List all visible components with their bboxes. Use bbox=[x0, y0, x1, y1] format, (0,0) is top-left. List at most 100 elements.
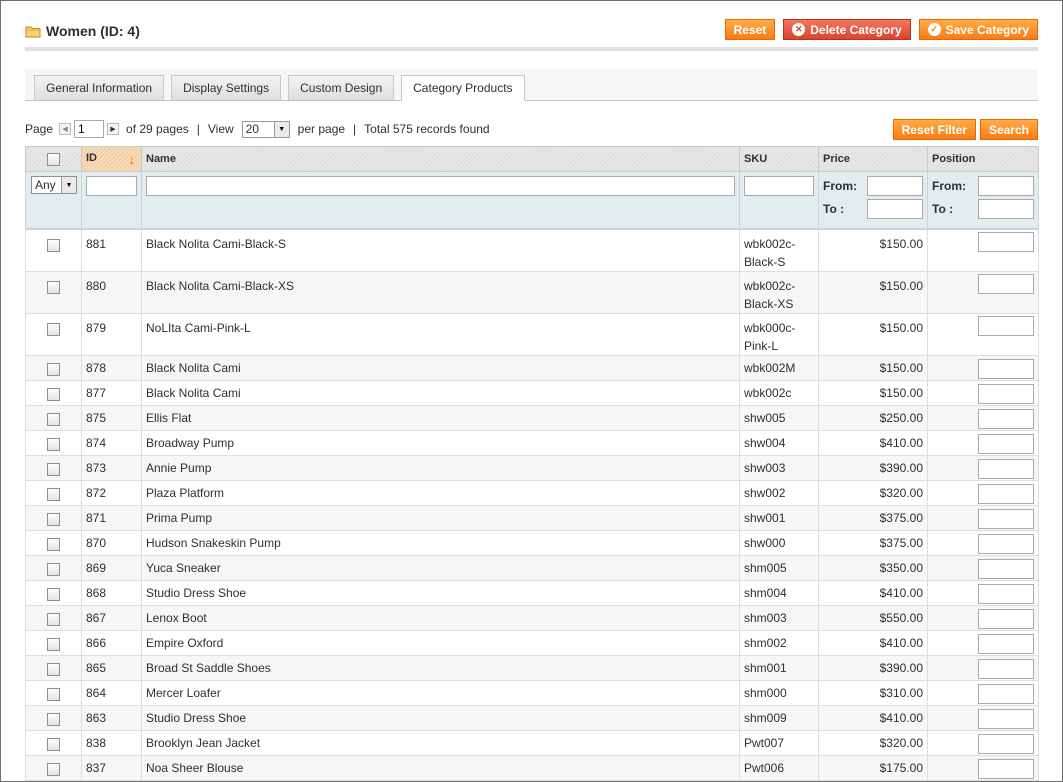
next-page-icon[interactable]: ▶ bbox=[107, 123, 120, 135]
table-row[interactable]: 838 Brooklyn Jean Jacket Pwt007 $320.00 bbox=[25, 729, 1039, 756]
table-row[interactable]: 863 Studio Dress Shoe shm009 $410.00 bbox=[25, 704, 1039, 731]
row-checkbox[interactable] bbox=[47, 462, 60, 476]
table-row[interactable]: 868 Studio Dress Shoe shm004 $410.00 bbox=[25, 579, 1039, 606]
position-input[interactable] bbox=[978, 508, 1034, 529]
select-all-checkbox[interactable] bbox=[47, 152, 60, 166]
column-header-price[interactable]: Price bbox=[818, 146, 928, 172]
row-checkbox[interactable] bbox=[47, 637, 60, 651]
tab-category-products[interactable]: Category Products bbox=[401, 75, 525, 101]
row-checkbox[interactable] bbox=[47, 712, 60, 726]
row-checkbox[interactable] bbox=[47, 687, 60, 701]
position-input[interactable] bbox=[978, 583, 1034, 604]
row-position-cell bbox=[927, 504, 1039, 531]
row-checkbox[interactable] bbox=[47, 737, 60, 751]
filter-select-cell: Any ▼ bbox=[25, 171, 82, 229]
row-id: 873 bbox=[81, 454, 142, 481]
page-number-input[interactable] bbox=[74, 120, 105, 138]
row-checkbox[interactable] bbox=[47, 362, 60, 376]
tab-custom-design[interactable]: Custom Design bbox=[288, 75, 395, 100]
row-checkbox[interactable] bbox=[47, 322, 60, 336]
row-position-cell bbox=[927, 354, 1039, 381]
search-button[interactable]: Search bbox=[979, 119, 1038, 140]
per-page-select[interactable]: 20 ▼ bbox=[241, 120, 290, 138]
column-header-id[interactable]: ID ↓ bbox=[81, 146, 142, 172]
row-sku: wbk000c-Pink-L bbox=[739, 312, 819, 356]
name-filter-input[interactable] bbox=[146, 176, 735, 196]
table-row[interactable]: 881 Black Nolita Cami-Black-S wbk002c-Bl… bbox=[25, 228, 1039, 272]
table-row[interactable]: 865 Broad St Saddle Shoes shm001 $390.00 bbox=[25, 654, 1039, 681]
table-row[interactable]: 872 Plaza Platform shw002 $320.00 bbox=[25, 479, 1039, 506]
table-row[interactable]: 879 NoLIta Cami-Pink-L wbk000c-Pink-L $1… bbox=[25, 312, 1039, 356]
price-from-label: From: bbox=[823, 179, 857, 193]
row-checkbox[interactable] bbox=[47, 537, 60, 551]
table-row[interactable]: 866 Empire Oxford shm002 $410.00 bbox=[25, 629, 1039, 656]
chevron-down-icon: ▼ bbox=[61, 177, 76, 193]
row-checkbox[interactable] bbox=[47, 662, 60, 676]
position-input[interactable] bbox=[978, 358, 1034, 379]
row-checkbox[interactable] bbox=[47, 280, 60, 294]
table-row[interactable]: 878 Black Nolita Cami wbk002M $150.00 bbox=[25, 354, 1039, 381]
position-input[interactable] bbox=[978, 758, 1034, 779]
row-checkbox[interactable] bbox=[47, 487, 60, 501]
position-input[interactable] bbox=[978, 383, 1034, 404]
per-page-label: per page bbox=[297, 122, 346, 136]
table-row[interactable]: 870 Hudson Snakeskin Pump shw000 $375.00 bbox=[25, 529, 1039, 556]
save-category-button[interactable]: ✓ Save Category bbox=[918, 19, 1038, 40]
position-input[interactable] bbox=[978, 558, 1034, 579]
position-input[interactable] bbox=[978, 708, 1034, 729]
tab-general-information[interactable]: General Information bbox=[34, 75, 165, 100]
position-input[interactable] bbox=[978, 658, 1034, 679]
row-checkbox[interactable] bbox=[47, 387, 60, 401]
prev-page-icon[interactable]: ◀ bbox=[59, 123, 72, 135]
in-category-filter-select[interactable]: Any ▼ bbox=[31, 176, 77, 194]
row-checkbox[interactable] bbox=[47, 762, 60, 776]
position-input[interactable] bbox=[978, 483, 1034, 504]
row-price: $320.00 bbox=[818, 479, 928, 506]
table-row[interactable]: 837 Noa Sheer Blouse Pwt006 $175.00 bbox=[25, 754, 1039, 781]
sku-filter-input[interactable] bbox=[744, 176, 814, 196]
row-id: 869 bbox=[81, 554, 142, 581]
reset-filter-button[interactable]: Reset Filter bbox=[892, 119, 976, 140]
row-name: Studio Dress Shoe bbox=[141, 704, 740, 731]
delete-category-button[interactable]: ✕ Delete Category bbox=[783, 19, 911, 40]
column-header-position[interactable]: Position bbox=[927, 146, 1039, 172]
position-input[interactable] bbox=[978, 533, 1034, 554]
row-checkbox[interactable] bbox=[47, 512, 60, 526]
position-input[interactable] bbox=[978, 315, 1034, 336]
position-input[interactable] bbox=[978, 231, 1034, 252]
row-checkbox[interactable] bbox=[47, 562, 60, 576]
table-row[interactable]: 869 Yuca Sneaker shm005 $350.00 bbox=[25, 554, 1039, 581]
table-row[interactable]: 875 Ellis Flat shw005 $250.00 bbox=[25, 404, 1039, 431]
position-input[interactable] bbox=[978, 608, 1034, 629]
position-input[interactable] bbox=[978, 408, 1034, 429]
table-row[interactable]: 871 Prima Pump shw001 $375.00 bbox=[25, 504, 1039, 531]
column-header-name[interactable]: Name bbox=[141, 146, 740, 172]
position-input[interactable] bbox=[978, 683, 1034, 704]
position-to-input[interactable] bbox=[978, 199, 1034, 219]
price-from-input[interactable] bbox=[867, 176, 923, 196]
position-from-input[interactable] bbox=[978, 176, 1034, 196]
column-header-sku[interactable]: SKU bbox=[739, 146, 819, 172]
position-input[interactable] bbox=[978, 273, 1034, 294]
table-row[interactable]: 867 Lenox Boot shm003 $550.00 bbox=[25, 604, 1039, 631]
id-filter-input[interactable] bbox=[86, 176, 137, 196]
position-input[interactable] bbox=[978, 633, 1034, 654]
position-input[interactable] bbox=[978, 458, 1034, 479]
position-input[interactable] bbox=[978, 733, 1034, 754]
table-row[interactable]: 874 Broadway Pump shw004 $410.00 bbox=[25, 429, 1039, 456]
row-checkbox[interactable] bbox=[47, 412, 60, 426]
row-checkbox[interactable] bbox=[47, 612, 60, 626]
table-row[interactable]: 880 Black Nolita Cami-Black-XS wbk002c-B… bbox=[25, 270, 1039, 314]
table-row[interactable]: 864 Mercer Loafer shm000 $310.00 bbox=[25, 679, 1039, 706]
row-checkbox[interactable] bbox=[47, 437, 60, 451]
row-checkbox[interactable] bbox=[47, 587, 60, 601]
table-row[interactable]: 873 Annie Pump shw003 $390.00 bbox=[25, 454, 1039, 481]
price-to-input[interactable] bbox=[867, 199, 923, 219]
table-row[interactable]: 877 Black Nolita Cami wbk002c $150.00 bbox=[25, 379, 1039, 406]
tab-display-settings[interactable]: Display Settings bbox=[171, 75, 282, 100]
position-input[interactable] bbox=[978, 433, 1034, 454]
reset-button[interactable]: Reset bbox=[724, 19, 776, 40]
row-position-cell bbox=[927, 270, 1039, 314]
row-position-cell bbox=[927, 604, 1039, 631]
row-checkbox[interactable] bbox=[47, 238, 60, 252]
